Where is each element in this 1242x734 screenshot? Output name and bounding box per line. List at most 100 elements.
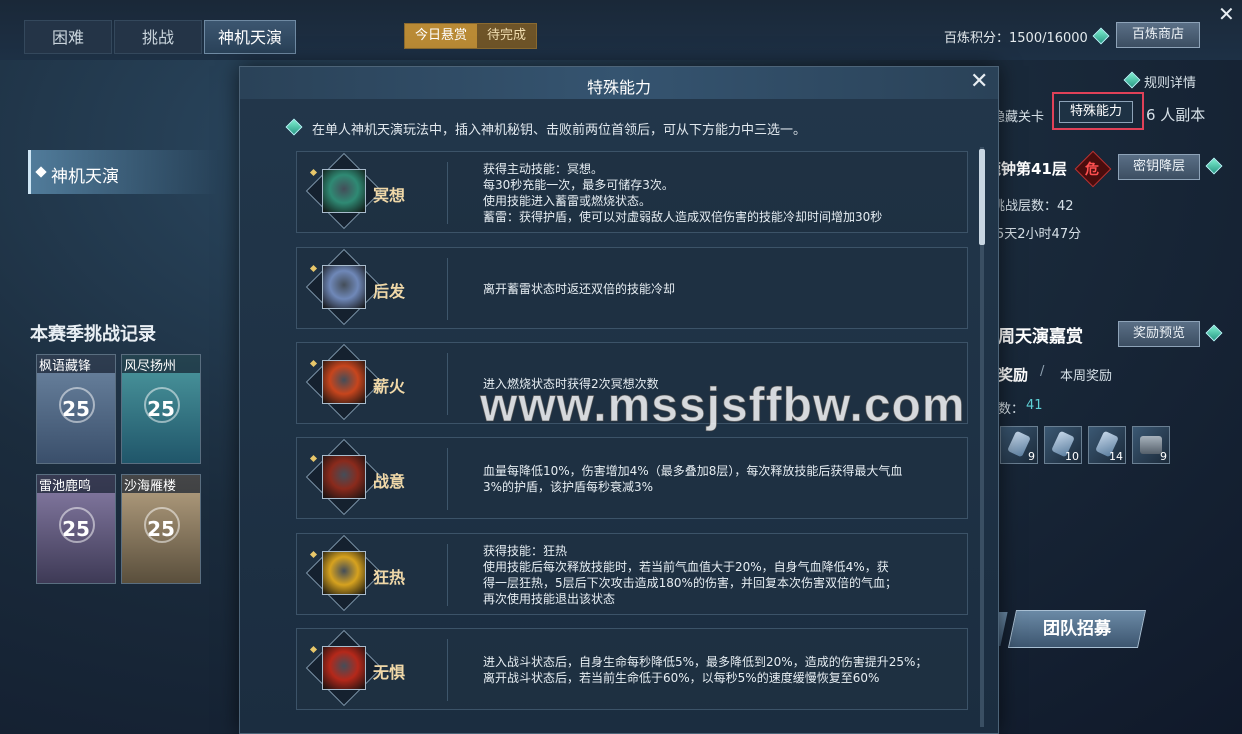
- record-card-2[interactable]: 风尽扬州 25: [121, 354, 201, 464]
- mode-label: 神机天演: [51, 167, 119, 187]
- record-card-1[interactable]: 枫语藏锋 25: [36, 354, 116, 464]
- ability-row[interactable]: 战意 血量每降低10%，伤害增加4%（最多叠加8层），每次释放技能后获得最大气血 3…: [296, 437, 968, 519]
- chest-icon: [1140, 436, 1162, 454]
- star-icon: [309, 550, 318, 559]
- description-line: 离开战斗状态后，若当前生命低于60%，以每秒5%的速度缓慢恢复至60%: [483, 671, 880, 685]
- record-card-value: 25: [62, 517, 90, 541]
- meditation-icon: [322, 169, 366, 213]
- dialog-close-icon[interactable]: ✕: [970, 69, 988, 94]
- ability-name: 薪火: [373, 377, 406, 396]
- reward-item-3[interactable]: 14: [1088, 426, 1126, 464]
- ability-name: 战意: [373, 472, 406, 491]
- top-bar: 困难 挑战 神机天演 今日悬赏 待完成 百炼积分：1500/16000 百炼商店: [0, 0, 1242, 60]
- team-recruit-button[interactable]: 团队招募: [1007, 610, 1147, 648]
- ability-description: 获得主动技能：冥想。每30秒充能一次，最多可储存3次。 使用技能进入蓄雷或燃烧状态…: [483, 161, 963, 225]
- item-count: 14: [1109, 450, 1123, 463]
- ability-name: 无惧: [373, 663, 406, 682]
- description-line: 血量每降低10%，伤害增加4%（最多叠加8层），每次释放技能后获得最大气血: [483, 464, 903, 478]
- description-line: 获得技能：狂热: [483, 544, 568, 558]
- daily-bounty-label: 今日悬赏: [405, 24, 478, 48]
- description-line: 每30秒充能一次，最多可储存3次。: [483, 178, 674, 192]
- record-card-value: 25: [147, 397, 175, 421]
- item-count: 10: [1065, 450, 1079, 463]
- hidden-level-label: 隐藏关卡: [992, 110, 1045, 125]
- reward-item-1[interactable]: 9: [1000, 426, 1038, 464]
- record-card-name: 风尽扬州: [122, 355, 200, 374]
- record-card-name: 枫语藏锋: [37, 355, 115, 374]
- challenge-layers: 挑战层数：42: [992, 199, 1074, 214]
- description-line: 使用技能后每次释放技能时，若当前气血值大于20%，自身气血降低4%，获: [483, 560, 889, 574]
- record-card-value: 25: [147, 517, 175, 541]
- rules-gem-icon: [1123, 71, 1141, 89]
- diamond-icon: [35, 166, 47, 178]
- key-lower-floor-button[interactable]: 密钥降层: [1118, 154, 1200, 180]
- ability-description: 离开蓄雷状态时返还双倍的技能冷却: [483, 281, 963, 297]
- ability-name: 冥想: [373, 186, 406, 205]
- description-line: 再次使用技能退出该状态: [483, 592, 616, 606]
- frenzy-icon: [322, 551, 366, 595]
- description-line: 蓄雷：获得护盾，使可以对虚弱敌人造成双倍伤害的技能冷却时间增加30秒: [483, 210, 883, 224]
- description-line: 离开蓄雷状态时返还双倍的技能冷却: [483, 282, 676, 296]
- tab-shenji-tianyan[interactable]: 神机天演: [204, 20, 296, 54]
- party-size-label: 6 人副本: [1146, 106, 1206, 124]
- tab-divider: /: [1040, 364, 1045, 379]
- weekly-reward-title: 周天演嘉赏: [998, 327, 1083, 347]
- rules-link[interactable]: 规则详情: [1144, 72, 1196, 91]
- score-gem-icon: [1092, 27, 1110, 45]
- ability-description: 血量每降低10%，伤害增加4%（最多叠加8层），每次释放技能后获得最大气血 3%的…: [483, 463, 963, 495]
- item-count: 9: [1160, 450, 1167, 463]
- watermark: www.mssjsffbw.com: [480, 379, 966, 433]
- fearless-icon: [322, 646, 366, 690]
- description-line: 获得主动技能：冥想。: [483, 162, 604, 176]
- ability-name: 狂热: [373, 568, 406, 587]
- record-card-name: 沙海雁楼: [122, 475, 200, 494]
- reward-item-2[interactable]: 10: [1044, 426, 1082, 464]
- difficulty-tabs: 困难 挑战 神机天演: [24, 20, 298, 54]
- remaining-time: 5天2小时47分: [996, 227, 1082, 242]
- star-icon: [309, 168, 318, 177]
- mode-banner[interactable]: 神机天演: [28, 150, 218, 194]
- reward-tab-1[interactable]: 奖励: [998, 364, 1028, 385]
- ability-description: 进入战斗状态后，自身生命每秒降低5%，最多降低到20%，造成的伤害提升25%； 离…: [483, 654, 963, 686]
- refine-score: 百炼积分：1500/16000: [944, 31, 1088, 46]
- divider: [447, 258, 448, 320]
- item-count: 9: [1028, 450, 1035, 463]
- danger-label: 危: [1085, 162, 1099, 178]
- star-icon: [309, 359, 318, 368]
- star-icon: [309, 645, 318, 654]
- scrollbar-thumb[interactable]: [979, 149, 985, 245]
- divider: [447, 353, 448, 415]
- dialog-intro: 在单人神机天演玩法中，插入神机秘钥、击败前两位首领后，可从下方能力中三选一。: [312, 123, 807, 138]
- refine-shop-button[interactable]: 百炼商店: [1116, 22, 1200, 48]
- count-label: 数：: [998, 402, 1025, 417]
- reward-preview-button[interactable]: 奖励预览: [1118, 321, 1200, 347]
- divider: [447, 544, 448, 606]
- record-card-value: 25: [62, 397, 90, 421]
- blade-icon: [322, 455, 366, 499]
- record-card-3[interactable]: 雷池鹿鸣 25: [36, 474, 116, 584]
- ability-row[interactable]: 无惧 进入战斗状态后，自身生命每秒降低5%，最多降低到20%，造成的伤害提升25%…: [296, 628, 968, 710]
- fire-icon: [322, 360, 366, 404]
- key-gem-icon: [1205, 157, 1223, 175]
- lightning-icon: [322, 265, 366, 309]
- season-record-title: 本赛季挑战记录: [30, 324, 156, 345]
- tab-hard[interactable]: 困难: [24, 20, 112, 54]
- reward-item-4[interactable]: 9: [1132, 426, 1170, 464]
- star-icon: [309, 454, 318, 463]
- reward-tab-2[interactable]: 本周奖励: [1060, 365, 1112, 384]
- intro-gem-icon: [285, 118, 303, 136]
- daily-bounty[interactable]: 今日悬赏 待完成: [404, 23, 538, 49]
- ability-row[interactable]: 狂热 获得技能：狂热使用技能后每次释放技能时，若当前气血值大于20%，自身气血降低…: [296, 533, 968, 615]
- tab-challenge[interactable]: 挑战: [114, 20, 202, 54]
- reward-gem-icon: [1205, 324, 1223, 342]
- ability-row[interactable]: 后发 离开蓄雷状态时返还双倍的技能冷却: [296, 247, 968, 329]
- close-icon[interactable]: ✕: [1218, 2, 1235, 26]
- ability-name: 后发: [373, 282, 406, 301]
- record-card-4[interactable]: 沙海雁楼 25: [121, 474, 201, 584]
- description-line: 使用技能进入蓄雷或燃烧状态。: [483, 194, 652, 208]
- ability-row[interactable]: 冥想 获得主动技能：冥想。每30秒充能一次，最多可储存3次。 使用技能进入蓄雷或燃烧…: [296, 151, 968, 233]
- special-ability-button[interactable]: 特殊能力: [1059, 101, 1133, 123]
- description-line: 得一层狂热，5层后下次攻击造成180%的伤害，并回复本次伤害双倍的气血；: [483, 576, 897, 590]
- divider: [447, 448, 448, 510]
- record-card-name: 雷池鹿鸣: [37, 475, 115, 494]
